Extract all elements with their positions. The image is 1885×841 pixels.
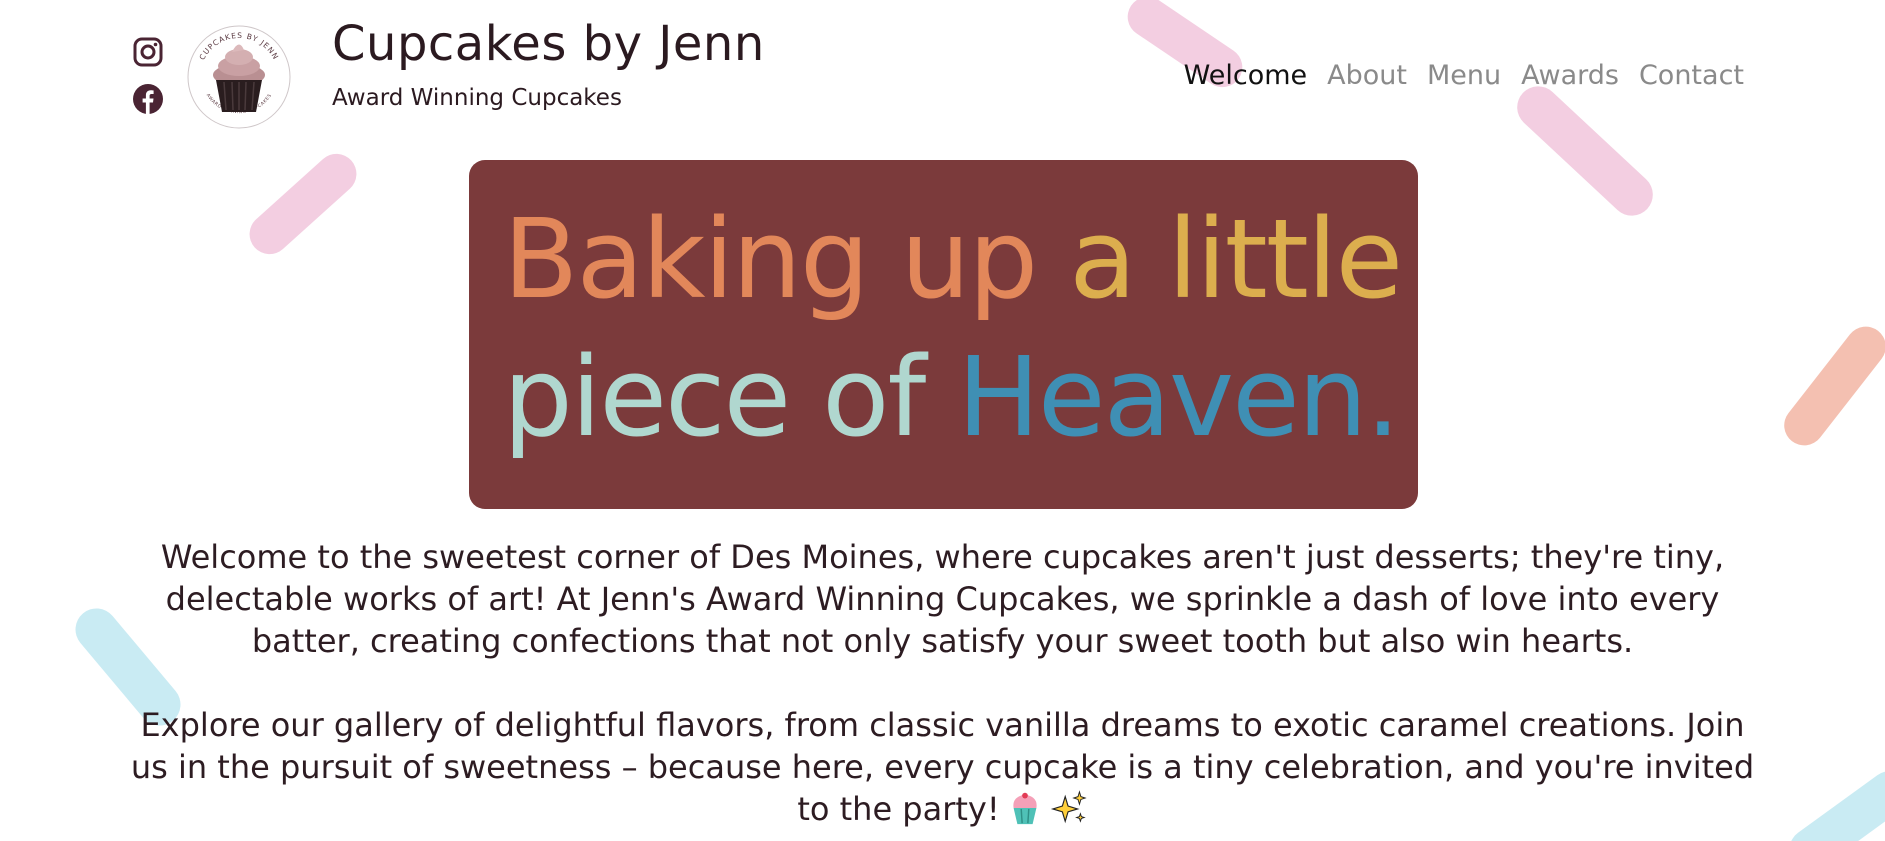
nav-item-welcome[interactable]: Welcome	[1184, 60, 1308, 91]
sprinkle-decoration	[1776, 318, 1885, 454]
hero-text: Heaven.	[957, 333, 1400, 461]
intro-paragraph-2: Explore our gallery of delightful flavor…	[130, 704, 1755, 830]
cupcake-icon	[1013, 792, 1037, 825]
hero-text: Baking up	[503, 195, 1038, 323]
sprinkle-decoration	[1781, 762, 1885, 841]
nav-item-menu[interactable]: Menu	[1427, 60, 1501, 91]
hero-text: a little	[1069, 195, 1403, 323]
facebook-icon[interactable]	[132, 83, 164, 115]
sparkles-icon	[1050, 790, 1087, 824]
nav-item-awards[interactable]: Awards	[1521, 60, 1619, 91]
hero-text: piece of	[503, 333, 926, 461]
site-title[interactable]: Cupcakes by Jenn	[332, 18, 765, 71]
brand-block: Cupcakes by Jenn Award Winning Cupcakes	[332, 18, 765, 111]
hero-line-2: piece of Heaven.	[503, 342, 1400, 452]
instagram-icon[interactable]	[132, 36, 164, 68]
sprinkle-decoration	[241, 145, 365, 263]
cupcake-logo[interactable]: CUPCAKES BY JENN AWARD WINNING CUPCAKES	[186, 20, 292, 134]
intro-paragraph-1: Welcome to the sweetest corner of Des Mo…	[160, 538, 1725, 660]
main-nav: Welcome About Menu Awards Contact	[1184, 60, 1744, 91]
sprinkle-decoration	[1508, 77, 1662, 225]
nav-item-about[interactable]: About	[1327, 60, 1407, 91]
nav-item-contact[interactable]: Contact	[1639, 60, 1744, 91]
site-subtitle: Award Winning Cupcakes	[332, 84, 622, 111]
page: CUPCAKES BY JENN AWARD WINNING CUPCAKES …	[0, 0, 1885, 841]
hero-banner: Baking up a little piece of Heaven.	[469, 160, 1418, 509]
intro-text: Welcome to the sweetest corner of Des Mo…	[130, 536, 1755, 841]
hero-line-1: Baking up a little	[503, 204, 1403, 314]
social-links	[132, 36, 166, 130]
intro-paragraph-2-text: Explore our gallery of delightful flavor…	[130, 706, 1755, 828]
